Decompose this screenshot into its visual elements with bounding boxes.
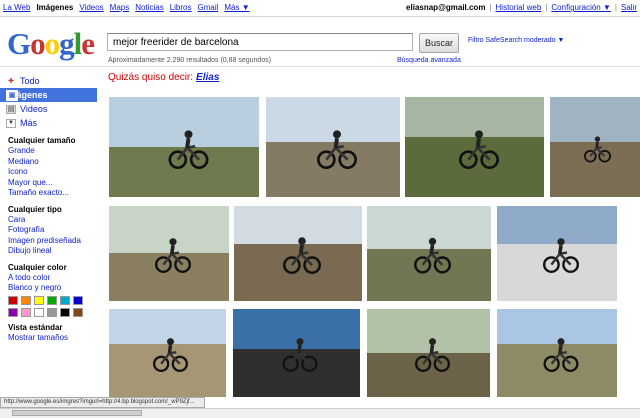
filter-option[interactable]: Cara <box>8 215 97 226</box>
top-nav-link[interactable]: Maps <box>110 3 130 12</box>
color-swatch[interactable] <box>34 307 44 317</box>
suggestion-link[interactable]: Elias <box>196 72 219 83</box>
top-nav-link[interactable]: La Web <box>3 3 30 12</box>
color-swatch[interactable] <box>73 307 83 317</box>
filter-type-title: Cualquier tipo <box>8 204 62 214</box>
filter-size-title: Cualquier tamaño <box>8 136 76 145</box>
color-swatch[interactable] <box>21 307 31 317</box>
color-swatch[interactable] <box>60 307 70 317</box>
color-swatch[interactable] <box>8 307 18 317</box>
safesearch-dropdown[interactable]: Filtro SafeSearch moderado ▼ <box>468 37 564 44</box>
result-stats: Aproximadamente 2.290 resultados (0,88 s… <box>108 57 272 64</box>
color-swatch[interactable] <box>21 295 31 305</box>
color-swatch[interactable] <box>73 295 83 305</box>
top-nav-left: La Web Imágenes Videos Maps Noticias Libros Gm… <box>3 3 250 12</box>
status-bar: http://www.google.es/imgres?imgurl=http:… <box>0 397 205 408</box>
scrollbar-thumb[interactable] <box>12 410 142 416</box>
filter-option[interactable]: Dibujo lineal <box>8 246 97 257</box>
signout-link[interactable]: Salir <box>621 3 637 12</box>
sidebar-item-videos[interactable]: ▤ Videos <box>0 102 97 116</box>
filter-option[interactable]: Mostrar tamaños <box>8 333 97 344</box>
logo-letter: o <box>44 26 60 61</box>
logo-letter: e <box>81 26 95 61</box>
logo-letter: o <box>30 26 45 61</box>
more-icon: ▼ <box>6 118 16 128</box>
logo-letter: g <box>59 26 74 61</box>
filter-option[interactable]: Mayor que... <box>8 178 97 189</box>
filter-view: Vista estándar Mostrar tamaños <box>0 323 97 344</box>
sidebar-item-imagenes[interactable]: ▣ Imágenes <box>0 88 97 102</box>
color-swatch[interactable] <box>47 307 57 317</box>
filter-type: Cualquier tipo Cara Fotografía Imagen pr… <box>0 205 97 257</box>
filter-option[interactable]: Fotografía <box>8 225 97 236</box>
filter-option[interactable]: Imagen prediseñada <box>8 236 97 247</box>
filter-option[interactable]: Mediano <box>8 157 97 168</box>
image-result-thumbnail[interactable] <box>405 97 544 197</box>
color-swatch[interactable] <box>34 295 44 305</box>
video-icon: ▤ <box>6 104 16 114</box>
image-result-thumbnail[interactable] <box>367 309 490 397</box>
image-result-thumbnail[interactable] <box>266 97 400 197</box>
search-all-icon: ✚ <box>8 78 14 85</box>
filter-option[interactable]: Icono <box>8 167 97 178</box>
top-nav-link[interactable]: Libros <box>170 3 192 12</box>
settings-link[interactable]: Configuración ▼ <box>551 3 611 12</box>
image-result-thumbnail[interactable] <box>233 309 360 397</box>
filter-size: Cualquier tamaño Grande Mediano Icono Ma… <box>0 136 97 199</box>
image-result-thumbnail[interactable] <box>550 97 640 197</box>
logo-letter: l <box>73 26 83 61</box>
filter-color-title: Cualquier color <box>8 262 67 272</box>
search-button[interactable]: Buscar <box>419 33 459 53</box>
image-result-thumbnail[interactable] <box>497 206 617 301</box>
filter-option[interactable]: Blanco y negro <box>8 283 97 294</box>
logo-letter: G <box>7 26 31 61</box>
top-nav-link[interactable]: Más ▼ <box>224 3 249 12</box>
color-swatch[interactable] <box>60 295 70 305</box>
filter-option[interactable]: Tamaño exacto... <box>8 188 97 199</box>
divider <box>0 66 640 67</box>
advanced-search-link[interactable]: Búsqueda avanzada <box>397 57 461 64</box>
filter-color: Cualquier color A todo color Blanco y ne… <box>0 263 97 317</box>
image-result-thumbnail[interactable] <box>109 97 259 197</box>
search-input[interactable] <box>107 33 413 51</box>
color-swatches <box>8 295 97 317</box>
top-nav-right: eliasnap@gmail.com | Historial web | Con… <box>406 3 637 12</box>
top-nav-link[interactable]: Noticias <box>135 3 163 12</box>
image-result-thumbnail[interactable] <box>497 309 617 397</box>
image-result-thumbnail[interactable] <box>109 206 229 301</box>
did-you-mean: Quizás quiso decir: Elias <box>108 72 220 83</box>
image-result-thumbnail[interactable] <box>234 206 362 301</box>
top-nav-link[interactable]: Videos <box>79 3 103 12</box>
top-nav-link[interactable]: Gmail <box>197 3 218 12</box>
history-link[interactable]: Historial web <box>496 3 542 12</box>
image-result-thumbnail[interactable] <box>367 206 491 301</box>
sidebar: ✚ Todo ▣ Imágenes ▤ Videos ▼ Más Cualqui… <box>0 74 97 343</box>
sidebar-item-mas[interactable]: ▼ Más <box>0 116 97 130</box>
account-email: eliasnap@gmail.com <box>406 3 486 12</box>
filter-option[interactable]: A todo color <box>8 273 97 284</box>
top-nav-link[interactable]: Imágenes <box>36 3 73 12</box>
images-icon: ▣ <box>6 89 18 101</box>
sidebar-item-todo[interactable]: ✚ Todo <box>0 74 97 88</box>
google-logo[interactable]: Google <box>7 26 95 62</box>
top-nav-bar: La Web Imágenes Videos Maps Noticias Libros Gm… <box>0 0 640 17</box>
color-swatch[interactable] <box>8 295 18 305</box>
image-result-thumbnail[interactable] <box>109 309 226 397</box>
filter-view-title: Vista estándar <box>8 322 63 332</box>
filter-option[interactable]: Grande <box>8 146 97 157</box>
color-swatch[interactable] <box>47 295 57 305</box>
